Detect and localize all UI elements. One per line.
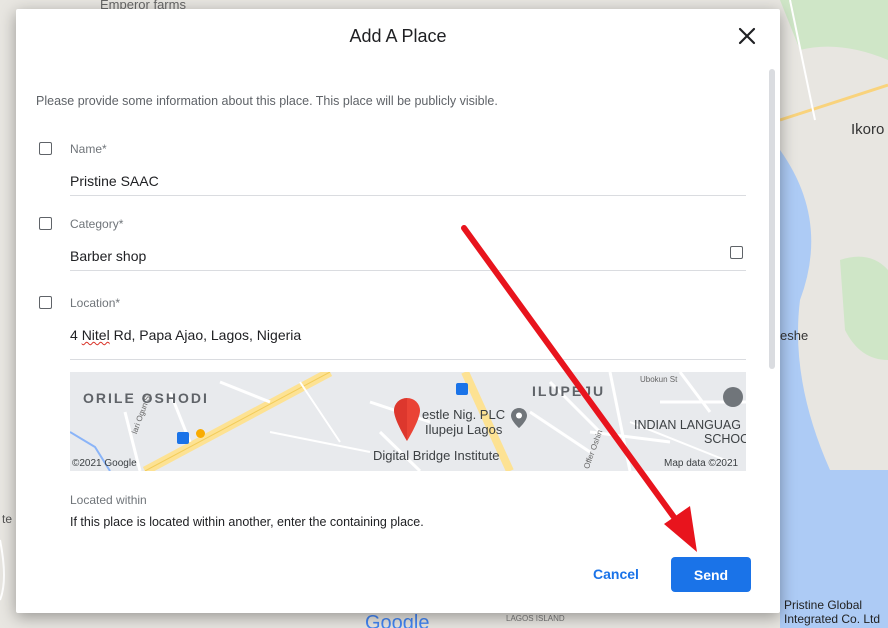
name-label: Name*	[70, 142, 107, 156]
map-place-name-line2[interactable]: Integrated Co. Ltd	[784, 612, 880, 626]
map-label-nestle: estle Nig. PLC	[422, 407, 506, 422]
location-map[interactable]: ORILE OSHODI ILUPEJU Ubokun St lari Ogun…	[70, 372, 746, 471]
map-data-attribution: Map data ©2021	[664, 458, 739, 469]
bus-stop-icon-2	[177, 432, 189, 444]
send-button[interactable]: Send	[671, 557, 751, 592]
category-dropdown-icon[interactable]	[730, 246, 743, 259]
map-label-ilupeju: ILUPEJU	[532, 383, 606, 399]
add-place-dialog: Add A Place Please provide some informat…	[16, 9, 780, 613]
close-icon[interactable]	[734, 23, 760, 49]
location-value-prefix: 4	[70, 327, 82, 343]
map-label-ilupeju-lagos: Ilupeju Lagos	[425, 422, 503, 437]
dialog-subtitle: Please provide some information about th…	[36, 94, 498, 108]
name-field-icon	[39, 142, 52, 155]
map-label-lagos-island: LAGOS ISLAND	[506, 614, 565, 623]
map-label-indian: INDIAN LANGUAG	[634, 418, 741, 432]
map-poi-dot-icon	[196, 429, 205, 438]
map-pin-icon	[394, 398, 420, 441]
map-label-city: Ikoro	[851, 121, 885, 138]
location-underline	[70, 359, 746, 360]
map-place-name[interactable]: Pristine Global	[784, 598, 862, 612]
bus-stop-icon	[456, 383, 468, 395]
map-label-left-edge: te	[2, 512, 13, 526]
location-field-icon	[39, 296, 52, 309]
map-copyright: ©2021 Google	[72, 458, 137, 469]
map-label-digital-bridge: Digital Bridge Institute	[373, 448, 500, 463]
location-input[interactable]: 4 Nitel Rd, Papa Ajao, Lagos, Nigeria	[70, 327, 301, 343]
category-input[interactable]: Barber shop	[70, 248, 146, 264]
dialog-scrollbar[interactable]	[769, 69, 775, 369]
google-logo: Google	[365, 612, 430, 628]
category-field-icon	[39, 217, 52, 230]
close-button[interactable]	[734, 23, 760, 49]
location-value-suffix: Rd, Papa Ajao, Lagos, Nigeria	[109, 327, 302, 343]
location-label: Location*	[70, 296, 121, 310]
dialog-title: Add A Place	[349, 26, 447, 46]
name-input[interactable]: Pristine SAAC	[70, 173, 159, 189]
category-underline	[70, 270, 746, 271]
located-within-description: If this place is located within another,…	[70, 515, 424, 529]
school-icon	[723, 387, 743, 407]
map-label-school: SCHOO	[704, 432, 746, 446]
map-label-area: eshe	[780, 328, 809, 343]
map-place-icon	[511, 408, 527, 428]
category-label: Category*	[70, 217, 124, 231]
map-label-street-ubokun: Ubokun St	[640, 375, 678, 384]
location-misspelled-word: Nitel	[81, 327, 110, 343]
located-within-label: Located within	[70, 493, 147, 507]
cancel-button[interactable]: Cancel	[584, 557, 648, 591]
name-underline	[70, 195, 746, 196]
